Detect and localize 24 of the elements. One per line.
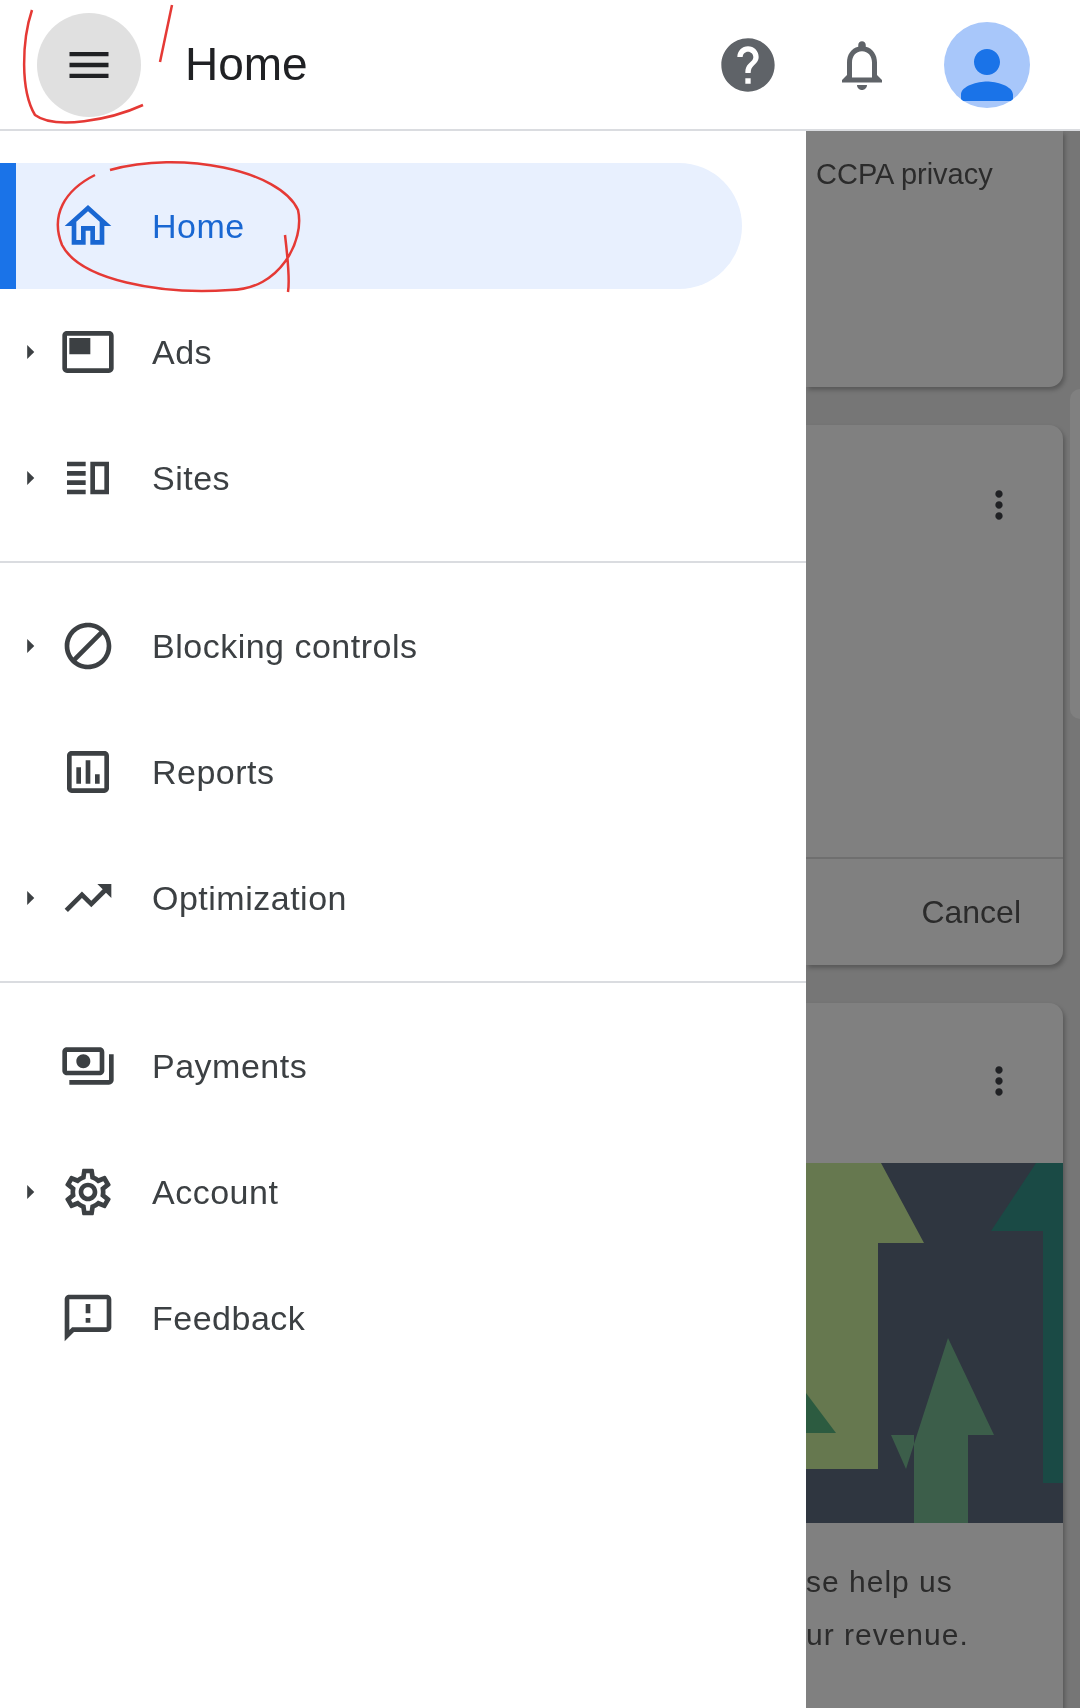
nav-label: Account [152,1171,279,1213]
nav-item[interactable]: Account [0,1129,742,1255]
nav-label: Reports [152,751,275,793]
nav-item[interactable]: Ads [0,289,742,415]
nav-item[interactable]: Sites [0,415,742,541]
nav-item[interactable]: Reports [0,709,742,835]
card-text: ur revenue. [806,1617,970,1653]
nav-label: Ads [152,331,213,373]
nav-item[interactable]: Feedback [0,1255,742,1381]
nav-item[interactable]: Payments [0,1003,742,1129]
nav-label: Feedback [152,1297,306,1339]
nav-label: Payments [152,1045,308,1087]
nav-label: Blocking controls [152,625,418,667]
card-text: se help us [806,1564,954,1600]
nav-item[interactable]: Home [0,163,742,289]
nav-label: Home [152,205,245,247]
nav-label: Sites [152,457,231,499]
nav-item[interactable]: Optimization [0,835,742,961]
page-title: Home [185,37,308,92]
nav-item[interactable]: Blocking controls [0,583,742,709]
nav-label: Optimization [152,877,347,919]
cancel-button[interactable]: Cancel [921,888,1021,936]
annotation-stroke [158,4,174,63]
card-title: CCPA privacy [816,158,993,190]
